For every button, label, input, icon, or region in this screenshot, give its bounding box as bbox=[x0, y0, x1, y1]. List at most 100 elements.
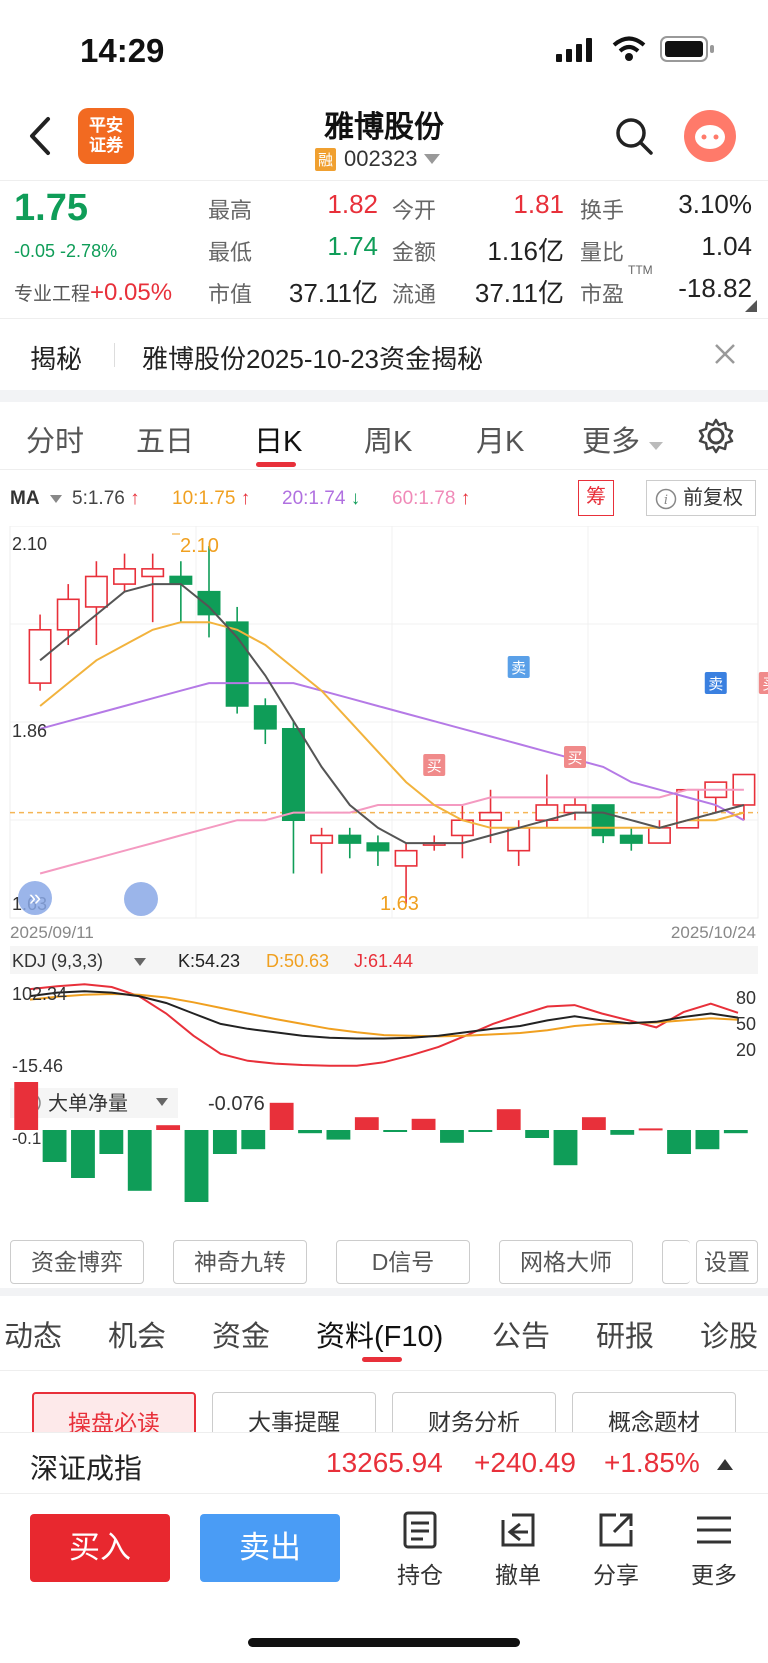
bigorder-bar bbox=[212, 1130, 237, 1154]
cancel-order-tool[interactable]: 撤单 bbox=[478, 1510, 558, 1590]
pill-events[interactable]: 大事提醒 bbox=[212, 1392, 376, 1432]
candle-body bbox=[338, 834, 362, 844]
quote-label: 量比 bbox=[580, 240, 625, 265]
index-name: 深证成指 bbox=[30, 1453, 143, 1484]
pill-fund-game[interactable]: 资金博弈 bbox=[10, 1240, 144, 1284]
kline-y-mid: 1.86 bbox=[12, 721, 47, 741]
candle-body bbox=[619, 834, 643, 844]
pro-row[interactable]: 专业工程+0.05% bbox=[14, 279, 172, 307]
candle-body bbox=[253, 705, 277, 730]
pill-concepts[interactable]: 概念题材 bbox=[572, 1392, 736, 1432]
tab-five-day[interactable]: 五日 bbox=[136, 418, 194, 460]
reveal-banner[interactable]: 揭秘 雅博股份2025-10-23资金揭秘 bbox=[0, 318, 768, 390]
bigorder-bar bbox=[525, 1130, 550, 1138]
quote-value: 1.04 bbox=[701, 231, 752, 261]
bigorder-bar bbox=[723, 1130, 748, 1134]
divider bbox=[0, 1370, 768, 1371]
ttm-label: TTM bbox=[628, 263, 653, 277]
bigorder-bar bbox=[156, 1125, 181, 1130]
home-indicator bbox=[248, 1638, 520, 1647]
quote-panel: 1.75 -0.05 -2.78% 专业工程+0.05% 最高 1.82 今开 1.8… bbox=[0, 180, 768, 315]
pill-settings[interactable]: 设置 bbox=[696, 1240, 758, 1284]
more-tool[interactable]: 更多 bbox=[674, 1510, 754, 1590]
tab-research[interactable]: 研报 bbox=[596, 1313, 654, 1355]
quote-value: 1.16亿 bbox=[487, 236, 564, 266]
bigorder-value: -0.076 bbox=[208, 1093, 265, 1115]
battery-icon bbox=[660, 36, 714, 62]
period-tabs: 分时 五日 日K 周K 月K 更多 bbox=[0, 402, 768, 470]
candle-body bbox=[113, 568, 137, 585]
bigorder-bar bbox=[14, 1082, 39, 1130]
cellular-signal-icon bbox=[556, 38, 592, 62]
quote-label: 流通 bbox=[392, 282, 437, 307]
index-value: 13265.94 bbox=[326, 1447, 443, 1478]
holdings-label: 持仓 bbox=[397, 1562, 443, 1588]
tab-intraday[interactable]: 分时 bbox=[26, 418, 84, 460]
sell-button[interactable]: 卖出 bbox=[200, 1514, 340, 1582]
change-percent: -2.78% bbox=[60, 241, 118, 261]
tab-daily-k[interactable]: 日K bbox=[254, 418, 302, 460]
bigorder-bar bbox=[298, 1130, 322, 1134]
candle-body bbox=[28, 628, 52, 684]
bigorder-bar bbox=[695, 1130, 720, 1150]
tab-fund[interactable]: 资金 bbox=[212, 1313, 270, 1355]
bigorder-bar bbox=[99, 1130, 124, 1154]
ma-dropdown-icon[interactable] bbox=[50, 495, 62, 503]
buy-button[interactable]: 买入 bbox=[30, 1514, 170, 1582]
pill-finance[interactable]: 财务分析 bbox=[392, 1392, 556, 1432]
tab-announcement[interactable]: 公告 bbox=[492, 1313, 550, 1355]
assistant-avatar[interactable] bbox=[684, 110, 736, 162]
tab-diagnosis[interactable]: 诊股 bbox=[700, 1313, 758, 1355]
stock-code: 002323 bbox=[344, 146, 418, 171]
bigorder-label: 大单净量 bbox=[48, 1092, 128, 1115]
holdings-doc-icon bbox=[403, 1511, 437, 1549]
kdj-level-80: 80 bbox=[736, 988, 756, 1008]
bigorder-bar bbox=[581, 1117, 606, 1130]
tab-f10[interactable]: 资料(F10) bbox=[316, 1313, 443, 1355]
tab-weekly-k[interactable]: 周K bbox=[364, 418, 412, 460]
quote-label: 金额 bbox=[392, 240, 437, 265]
buy-signal: 买 bbox=[762, 676, 768, 693]
pill-must-read[interactable]: 操盘必读 bbox=[32, 1392, 196, 1432]
section-gap bbox=[0, 390, 768, 402]
pill-nine-turn[interactable]: 神奇九转 bbox=[173, 1240, 307, 1284]
tab-more[interactable]: 更多 bbox=[582, 418, 664, 460]
expand-up-icon[interactable] bbox=[716, 1457, 734, 1471]
candle-body bbox=[647, 827, 671, 844]
stock-header: 平安 证券 雅博股份 融 002323 bbox=[0, 96, 768, 180]
pill-hidden[interactable] bbox=[662, 1240, 690, 1284]
pill-d-signal[interactable]: D信号 bbox=[336, 1240, 470, 1284]
search-icon[interactable] bbox=[614, 116, 654, 156]
share-tool[interactable]: 分享 bbox=[576, 1510, 656, 1590]
holdings-tool[interactable]: 持仓 bbox=[380, 1510, 460, 1590]
ma20-item: 20:1.74 ↓ bbox=[282, 488, 361, 509]
info-tabs: 动态 机会 资金 资料(F10) 公告 研报 诊股 bbox=[0, 1295, 768, 1370]
bigorder-bar bbox=[496, 1109, 521, 1130]
change-amount: -0.05 bbox=[14, 241, 56, 261]
ma-label[interactable]: MA bbox=[10, 488, 40, 510]
kdj-k-line bbox=[29, 990, 739, 1040]
tab-opportunity[interactable]: 机会 bbox=[108, 1313, 166, 1355]
adjust-label: 前复权 bbox=[683, 487, 743, 509]
chip-button[interactable]: 筹 bbox=[578, 480, 614, 516]
bottom-tab-indicator bbox=[362, 1357, 402, 1362]
tab-monthly-k[interactable]: 月K bbox=[476, 418, 524, 460]
index-ticker[interactable]: 深证成指 13265.94 +240.49 +1.85% bbox=[0, 1432, 768, 1494]
quote-value: 37.11亿 bbox=[474, 278, 564, 308]
bigorder-bar bbox=[269, 1102, 294, 1130]
tab-news[interactable]: 动态 bbox=[4, 1313, 62, 1355]
kline-chart-area[interactable]: 2.101.861.632.101.63买卖买卖买2025/09/112025/… bbox=[0, 526, 768, 1226]
buy-signal: 买 bbox=[567, 750, 582, 767]
more-triangle-icon bbox=[649, 442, 664, 450]
index-change: +240.49 bbox=[474, 1447, 576, 1478]
stock-code-row[interactable]: 融 002323 bbox=[315, 146, 441, 172]
pro-value: +0.05% bbox=[90, 279, 173, 306]
pill-grid-master[interactable]: 网格大师 bbox=[499, 1240, 633, 1284]
bigorder-bar bbox=[610, 1130, 635, 1135]
adjust-button[interactable]: i 前复权 bbox=[646, 480, 756, 516]
close-icon[interactable] bbox=[714, 343, 736, 365]
reveal-text: 雅博股份2025-10-23资金揭秘 bbox=[142, 344, 483, 374]
corner-expand-icon[interactable] bbox=[744, 299, 758, 313]
settings-gear-icon[interactable] bbox=[698, 418, 734, 454]
quote-label: 最高 bbox=[208, 198, 253, 223]
